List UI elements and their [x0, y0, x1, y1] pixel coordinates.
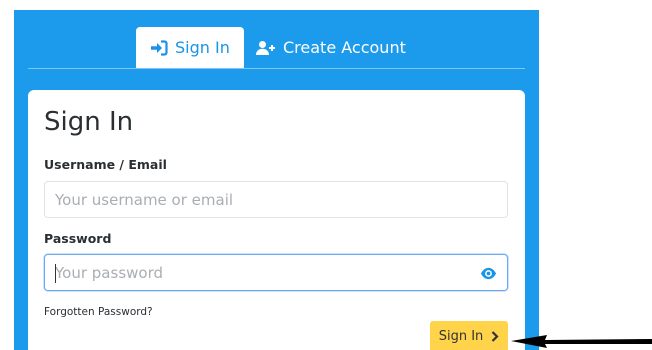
sign-in-card: Sign In Username / Email Password Forgot… — [28, 90, 525, 350]
password-input[interactable] — [45, 255, 507, 290]
user-plus-icon — [256, 40, 275, 55]
text-caret — [55, 264, 56, 283]
tabs-divider — [28, 68, 525, 69]
sign-in-icon — [151, 39, 168, 56]
sign-in-button[interactable]: Sign In — [430, 321, 508, 350]
eye-icon[interactable] — [480, 265, 497, 282]
tab-sign-in-label: Sign In — [175, 38, 230, 57]
username-input[interactable] — [45, 182, 507, 217]
username-field — [44, 181, 508, 218]
tab-create-account[interactable]: Create Account — [256, 27, 406, 68]
password-field — [44, 254, 508, 291]
tab-create-account-label: Create Account — [283, 38, 406, 57]
sign-in-button-label: Sign In — [438, 329, 484, 344]
username-label: Username / Email — [44, 157, 167, 172]
forgot-password-link[interactable]: Forgotten Password? — [44, 306, 153, 318]
auth-panel: Sign In Create Account Sign In Username … — [14, 10, 539, 350]
password-label: Password — [44, 231, 112, 246]
tab-sign-in[interactable]: Sign In — [136, 27, 244, 68]
card-title: Sign In — [44, 107, 134, 137]
chevron-right-icon — [492, 331, 499, 342]
arrow-left-icon — [511, 335, 652, 348]
